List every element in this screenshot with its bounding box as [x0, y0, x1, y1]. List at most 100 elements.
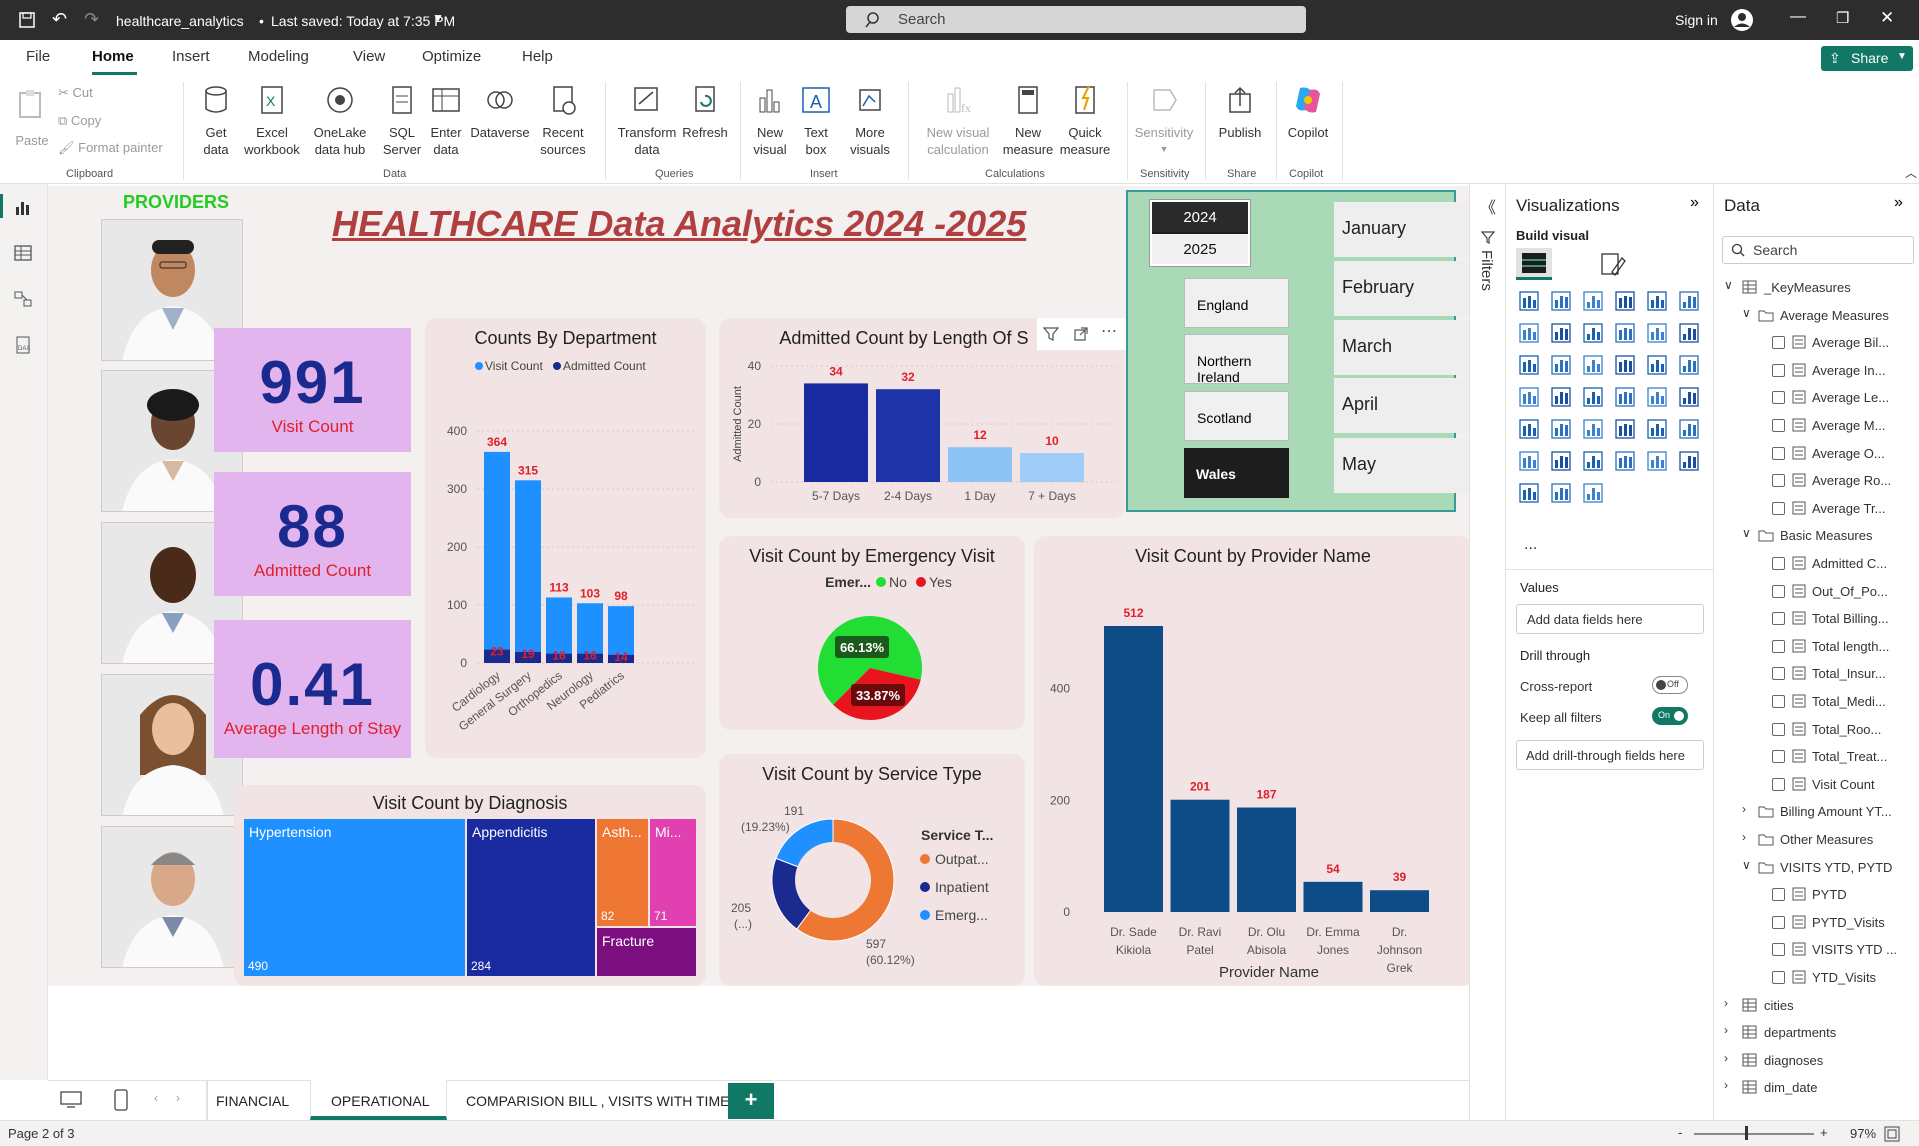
share-button[interactable]: ⇪ Share ▼ — [1821, 46, 1913, 71]
next-page-icon[interactable]: › — [176, 1091, 180, 1105]
field-item[interactable]: Average M... — [1714, 414, 1919, 436]
gauge-viz-icon[interactable] — [1646, 386, 1668, 408]
region-england[interactable]: England — [1184, 278, 1289, 328]
cross-report-toggle[interactable]: Off — [1652, 676, 1688, 694]
more-visuals-button[interactable]: More visuals — [840, 84, 900, 158]
chevron-right-icon[interactable]: › — [1724, 1078, 1728, 1092]
paste-button[interactable]: Paste — [12, 88, 52, 149]
field-item[interactable]: Total Billing... — [1714, 607, 1919, 629]
card-viz-icon[interactable] — [1678, 386, 1700, 408]
field-checkbox[interactable] — [1772, 419, 1785, 432]
field-item[interactable]: Average O... — [1714, 442, 1919, 464]
metrics-viz-icon[interactable] — [1518, 482, 1540, 504]
provider-name-visual[interactable]: Visit Count by Provider Name 0 200 400 512 D… — [1034, 536, 1472, 986]
dataverse-button[interactable]: Dataverse — [468, 84, 532, 141]
kpi-card-average-length-of-stay[interactable]: 0.41 Average Length of Stay — [214, 620, 411, 758]
collapse-icon[interactable]: 《 — [1480, 194, 1496, 218]
field-checkbox[interactable] — [1772, 474, 1785, 488]
table-viz-icon[interactable] — [1614, 418, 1636, 440]
year-2025[interactable]: 2025 — [1152, 234, 1248, 264]
filters-pane[interactable]: 《 Filters — [1469, 184, 1505, 1120]
field-checkbox[interactable] — [1772, 888, 1785, 902]
chevron-down-icon[interactable]: ∨ — [1742, 858, 1751, 872]
field-checkbox[interactable] — [1772, 446, 1785, 460]
chevron-right-icon[interactable]: › — [1724, 1023, 1728, 1037]
menu-view[interactable]: View — [353, 48, 385, 65]
100-column-viz-icon[interactable] — [1678, 290, 1700, 312]
fit-to-page-icon[interactable] — [1884, 1126, 1900, 1142]
menu-file[interactable]: File — [26, 48, 50, 65]
refresh-button[interactable]: Refresh — [680, 84, 730, 141]
area-viz-icon[interactable] — [1550, 322, 1572, 344]
menu-help[interactable]: Help — [522, 48, 553, 65]
slicer-viz-icon[interactable] — [1582, 418, 1604, 440]
diagnosis-visual[interactable]: Visit Count by Diagnosis Hypertension 490… — [234, 785, 706, 986]
narrative-viz-icon[interactable] — [1646, 450, 1668, 472]
more-options-icon[interactable]: ⋯ — [1101, 321, 1117, 341]
menu-insert[interactable]: Insert — [172, 48, 210, 65]
service-type-visual[interactable]: Visit Count by Service Type Service T...… — [719, 754, 1025, 986]
folder-item[interactable]: ∨ Basic Measures — [1714, 524, 1919, 546]
scatter-viz-icon[interactable] — [1614, 354, 1636, 376]
new-visual-calculation-button[interactable]: fx New visual calculation — [916, 84, 1000, 158]
desktop-layout-icon[interactable] — [60, 1091, 82, 1109]
field-checkbox[interactable] — [1772, 501, 1785, 515]
undo-icon[interactable]: ↶ — [52, 9, 67, 30]
cut-button[interactable]: ✂ Cut — [58, 84, 93, 101]
folder-item[interactable]: ∨ Average Measures — [1714, 304, 1919, 326]
year-slicer[interactable]: 2024 2025 — [1149, 199, 1251, 267]
year-2024[interactable]: 2024 — [1152, 202, 1248, 232]
field-item[interactable]: Total_Roo... — [1714, 718, 1919, 740]
field-item[interactable]: Average Le... — [1714, 386, 1919, 408]
table-item[interactable]: › cities — [1714, 994, 1919, 1016]
dax-query-view-icon[interactable]: DAX — [14, 336, 32, 354]
ribbon-viz-icon[interactable] — [1518, 354, 1540, 376]
menu-optimize[interactable]: Optimize — [422, 48, 481, 65]
new-visual-button[interactable]: New visual — [748, 84, 792, 158]
emergency-visit-visual[interactable]: Visit Count by Emergency Visit Emer... No… — [719, 536, 1025, 730]
add-data-fields-well[interactable]: Add data fields here — [1516, 604, 1704, 634]
region-scotland[interactable]: Scotland — [1184, 391, 1289, 441]
field-item[interactable]: Average Ro... — [1714, 469, 1919, 491]
get-data-button[interactable]: Get data — [192, 84, 240, 158]
field-item[interactable]: YTD_Visits — [1714, 966, 1919, 988]
r-visual-viz-icon[interactable] — [1678, 418, 1700, 440]
keep-all-filters-toggle[interactable]: On — [1652, 707, 1688, 725]
new-measure-button[interactable]: New measure — [1000, 84, 1056, 158]
field-checkbox[interactable] — [1772, 943, 1785, 957]
donut-viz-icon[interactable] — [1678, 354, 1700, 376]
expand-icon[interactable]: » — [1690, 194, 1699, 212]
field-checkbox[interactable] — [1772, 695, 1785, 708]
field-checkbox[interactable] — [1772, 391, 1785, 405]
table-item[interactable]: › departments — [1714, 1021, 1919, 1043]
kpi-viz-icon[interactable] — [1550, 418, 1572, 440]
table-item[interactable]: › dim_date — [1714, 1076, 1919, 1098]
table-item[interactable]: ∨ _KeyMeasures — [1714, 276, 1919, 298]
treemap-viz-icon[interactable] — [1518, 386, 1540, 408]
stacked-area-viz-icon[interactable] — [1582, 322, 1604, 344]
azure-map-viz-icon[interactable] — [1614, 386, 1636, 408]
stacked-column-viz-icon[interactable] — [1550, 290, 1572, 312]
decomposition-tree-viz-icon[interactable] — [1582, 450, 1604, 472]
multi-row-card-viz-icon[interactable] — [1518, 418, 1540, 440]
field-item[interactable]: Admitted C... — [1714, 552, 1919, 574]
folder-item[interactable]: › Billing Amount YT... — [1714, 800, 1919, 822]
chevron-right-icon[interactable]: › — [1724, 996, 1728, 1010]
field-item[interactable]: Out_Of_Po... — [1714, 580, 1919, 602]
power-apps-viz-icon[interactable] — [1550, 482, 1572, 504]
quick-measure-button[interactable]: Quick measure — [1058, 84, 1112, 158]
chevron-down-icon[interactable]: ∨ — [1742, 306, 1751, 320]
field-checkbox[interactable] — [1772, 750, 1785, 764]
save-icon[interactable] — [18, 11, 36, 29]
field-item[interactable]: Total_Medi... — [1714, 690, 1919, 712]
region-wales[interactable]: Wales — [1184, 448, 1289, 498]
field-item[interactable]: Total_Insur... — [1714, 662, 1919, 684]
waterfall-viz-icon[interactable] — [1550, 354, 1572, 376]
add-page-button[interactable]: + — [728, 1083, 774, 1119]
folder-item[interactable]: ∨ VISITS YTD, PYTD — [1714, 856, 1919, 878]
100-bar-viz-icon[interactable] — [1646, 290, 1668, 312]
chevron-right-icon[interactable]: › — [1724, 1051, 1728, 1065]
paginated-viz-icon[interactable] — [1678, 450, 1700, 472]
enter-data-button[interactable]: Enter data — [428, 84, 464, 158]
funnel-viz-icon[interactable] — [1582, 354, 1604, 376]
